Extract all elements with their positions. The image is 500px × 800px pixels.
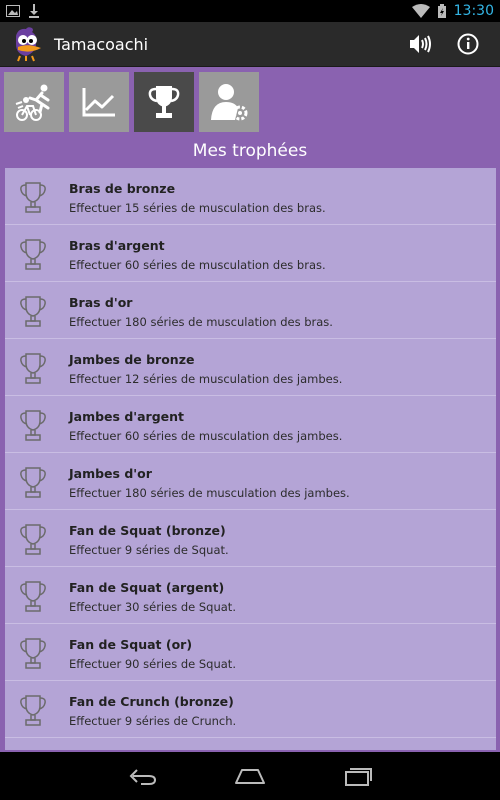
trophy-row[interactable]: Fan de Squat (bronze) Effectuer 9 séries … bbox=[5, 510, 496, 567]
trophy-description: Effectuer 30 séries de Squat. bbox=[69, 600, 236, 614]
trophy-name: Fan de Squat (argent) bbox=[69, 580, 225, 595]
trophy-name: Bras d'argent bbox=[69, 238, 165, 253]
trophy-texts: Jambes d'argent Effectuer 60 séries de mu… bbox=[69, 409, 342, 443]
trophy-texts: Bras d'argent Effectuer 60 séries de musc… bbox=[69, 238, 326, 272]
trophy-description: Effectuer 180 séries de musculation des … bbox=[69, 486, 350, 500]
tab-profile[interactable] bbox=[199, 72, 259, 132]
trophy-cup-icon bbox=[18, 693, 48, 731]
trophy-cup-icon bbox=[18, 180, 48, 218]
download-icon bbox=[29, 4, 39, 18]
trophy-row[interactable]: Jambes d'argent Effectuer 60 séries de mu… bbox=[5, 396, 496, 453]
info-button[interactable] bbox=[444, 22, 492, 67]
trophy-texts: Jambes de bronze Effectuer 12 séries de m… bbox=[69, 352, 342, 386]
status-bar: 13:30 bbox=[0, 0, 500, 22]
tab-activity[interactable] bbox=[4, 72, 64, 132]
trophy-description: Effectuer 60 séries de musculation des b… bbox=[69, 258, 326, 272]
trophy-cup-icon bbox=[18, 294, 48, 332]
trophy-texts: Jambes d'or Effectuer 180 séries de muscu… bbox=[69, 466, 350, 500]
app-logo-icon[interactable] bbox=[8, 26, 44, 62]
trophy-name: Fan de Crunch (bronze) bbox=[69, 694, 234, 709]
trophy-name: Fan de Squat (bronze) bbox=[69, 523, 226, 538]
trophy-texts: Bras de bronze Effectuer 15 séries de mus… bbox=[69, 181, 326, 215]
trophy-name: Jambes de bronze bbox=[69, 352, 195, 367]
clock-time: 13:30 bbox=[453, 3, 494, 19]
trophy-cup-icon bbox=[18, 351, 48, 389]
trophy-description: Effectuer 9 séries de Crunch. bbox=[69, 714, 237, 728]
recent-apps-button[interactable] bbox=[338, 761, 378, 791]
trophy-cup-icon bbox=[18, 465, 48, 503]
chart-line-icon bbox=[82, 88, 115, 117]
trophy-description: Effectuer 180 séries de musculation des … bbox=[69, 315, 333, 329]
trophy-row[interactable]: Fan de Squat (argent) Effectuer 30 séries… bbox=[5, 567, 496, 624]
wifi-icon bbox=[411, 4, 430, 18]
trophy-row[interactable]: Bras d'or Effectuer 180 séries de muscula… bbox=[5, 282, 496, 339]
trophy-row[interactable]: Jambes d'or Effectuer 180 séries de muscu… bbox=[5, 453, 496, 510]
trophy-description: Effectuer 90 séries de Squat. bbox=[69, 657, 236, 671]
trophy-texts: Fan de Squat (bronze) Effectuer 9 séries … bbox=[69, 523, 229, 557]
app-title: Tamacoachi bbox=[54, 34, 149, 54]
action-bar: Tamacoachi bbox=[0, 22, 500, 67]
trophy-row[interactable]: Bras d'argent Effectuer 60 séries de musc… bbox=[5, 225, 496, 282]
screen: 13:30 Tamacoachi Mes trophées Bras de br… bbox=[0, 0, 500, 800]
sound-button[interactable] bbox=[396, 22, 444, 67]
navigation-bar bbox=[0, 752, 500, 800]
tab-stats[interactable] bbox=[69, 72, 129, 132]
trophy-texts: Fan de Squat (or) Effectuer 90 séries de … bbox=[69, 637, 236, 671]
notification-area bbox=[6, 4, 40, 18]
trophy-name: Jambes d'or bbox=[69, 466, 152, 481]
trophy-cup-icon bbox=[18, 636, 48, 674]
info-icon bbox=[457, 33, 479, 55]
trophy-cup-icon bbox=[18, 237, 48, 275]
home-button[interactable] bbox=[230, 761, 270, 791]
section-title: Mes trophées bbox=[192, 141, 308, 161]
tab-trophies[interactable] bbox=[134, 72, 194, 132]
trophy-cup-icon bbox=[18, 579, 48, 617]
speaker-icon bbox=[410, 35, 431, 53]
trophy-icon bbox=[148, 86, 180, 118]
trophy-description: Effectuer 12 séries de musculation des j… bbox=[69, 372, 343, 386]
recent-apps-icon bbox=[345, 768, 372, 786]
image-notification-icon bbox=[6, 5, 20, 17]
trophy-row[interactable]: Fan de Crunch (bronze) Effectuer 9 séries… bbox=[5, 681, 496, 738]
battery-icon bbox=[437, 4, 446, 18]
trophy-description: Effectuer 60 séries de musculation des j… bbox=[69, 429, 343, 443]
trophy-description: Effectuer 9 séries de Squat. bbox=[69, 543, 229, 557]
trophy-row[interactable]: Jambes de bronze Effectuer 12 séries de m… bbox=[5, 339, 496, 396]
home-icon bbox=[235, 769, 265, 784]
back-button[interactable] bbox=[122, 761, 162, 791]
trophy-name: Jambes d'argent bbox=[69, 409, 185, 424]
trophy-row[interactable]: Bras de bronze Effectuer 15 séries de mus… bbox=[5, 168, 496, 225]
trophy-cup-icon bbox=[18, 408, 48, 446]
tab-bar bbox=[4, 72, 259, 132]
trophy-name: Bras d'or bbox=[69, 295, 133, 310]
system-status: 13:30 bbox=[411, 3, 494, 19]
trophy-cup-icon bbox=[18, 522, 48, 560]
trophy-description: Effectuer 15 séries de musculation des b… bbox=[69, 201, 326, 215]
user-settings-icon bbox=[211, 84, 248, 121]
trophy-row[interactable]: Fan de Squat (or) Effectuer 90 séries de … bbox=[5, 624, 496, 681]
trophy-texts: Fan de Crunch (bronze) Effectuer 9 séries… bbox=[69, 694, 236, 728]
back-icon bbox=[129, 769, 157, 785]
runner-cyclist-icon bbox=[15, 84, 50, 121]
trophy-name: Bras de bronze bbox=[69, 181, 176, 196]
trophy-name: Fan de Squat (or) bbox=[69, 637, 193, 652]
trophy-texts: Bras d'or Effectuer 180 séries de muscula… bbox=[69, 295, 333, 329]
trophy-list[interactable]: Bras de bronze Effectuer 15 séries de mus… bbox=[5, 168, 496, 750]
trophy-texts: Fan de Squat (argent) Effectuer 30 séries… bbox=[69, 580, 236, 614]
